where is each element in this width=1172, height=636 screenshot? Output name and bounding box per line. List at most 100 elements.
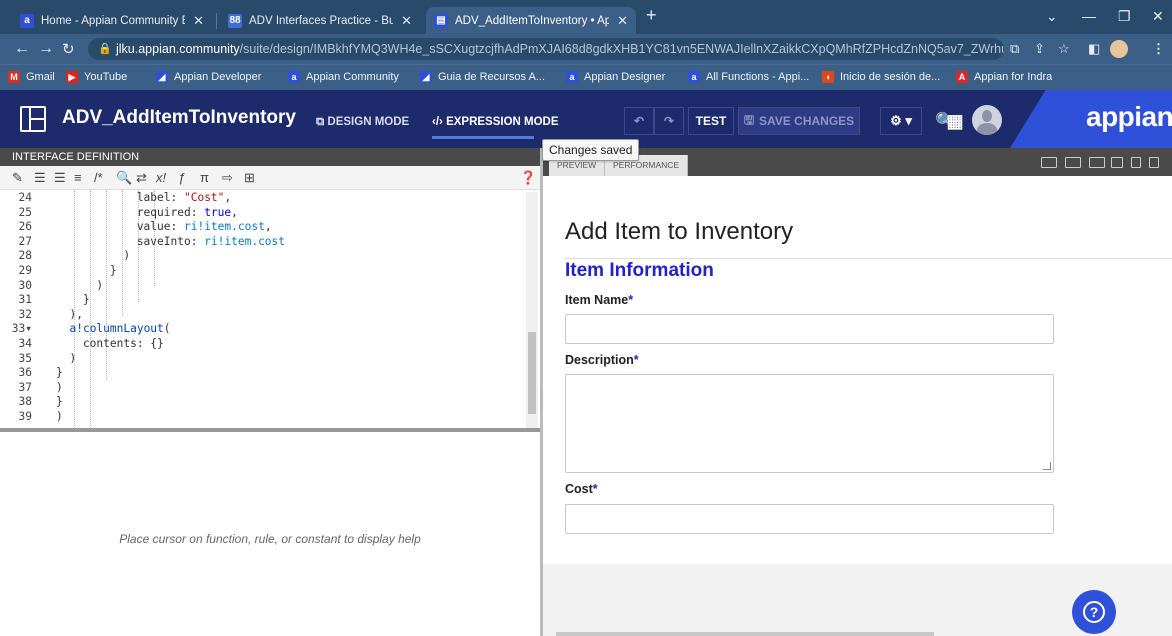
bookmark-guia[interactable]: ◢ Guia de Recursos A... <box>420 71 545 83</box>
bookmarks-bar: M Gmail ▶ YouTube ◢ Appian Developer a Appia… <box>0 64 1172 90</box>
line-number: 27 <box>18 234 32 248</box>
redo-button[interactable]: ↷ <box>654 107 684 135</box>
code-line[interactable]: ) <box>56 249 130 262</box>
code-line[interactable]: contents: {} <box>56 337 164 350</box>
comment-icon[interactable]: /* <box>94 170 103 185</box>
code-line[interactable]: } <box>56 293 90 306</box>
share-icon[interactable]: ⇪ <box>1034 41 1045 57</box>
help-button[interactable]: ? <box>1072 590 1116 634</box>
help-icon[interactable]: ❓ <box>520 170 536 186</box>
code-line[interactable]: ) <box>56 381 63 394</box>
profile-avatar[interactable] <box>1110 40 1128 58</box>
save-changes-button[interactable]: 🖫 SAVE CHANGES <box>738 107 860 135</box>
bookmark-appian-community[interactable]: a Appian Community <box>288 71 399 83</box>
window-close-icon[interactable]: ✕ <box>1152 8 1164 25</box>
code-line[interactable]: } <box>56 366 63 379</box>
code-line[interactable]: ), <box>56 308 82 321</box>
code-line[interactable]: label: "Cost", <box>56 191 231 204</box>
close-tab-icon[interactable]: ✕ <box>401 13 412 29</box>
code-line[interactable]: saveInto: ri!item.cost <box>56 235 285 248</box>
code-line[interactable]: ) <box>56 352 76 365</box>
code-line[interactable]: required: true, <box>56 206 238 219</box>
outdent-icon[interactable]: ☰ <box>54 170 66 186</box>
resize-handle[interactable] <box>1043 462 1051 470</box>
tablet-landscape-icon[interactable] <box>1111 157 1123 168</box>
line-number: 34 <box>18 337 32 350</box>
code-line[interactable]: a!columnLayout( <box>56 322 170 335</box>
expression-mode-tab[interactable]: ‹/› EXPRESSION MODE <box>432 116 559 128</box>
bookmark-appian-designer[interactable]: a Appian Designer <box>566 71 665 83</box>
bookmark-youtube[interactable]: ▶ YouTube <box>66 71 127 83</box>
code-editor[interactable]: 24 label: "Cost", 25 required: true, 26 va… <box>4 190 540 428</box>
interface-preview: Add Item to Inventory Item Information I… <box>543 176 1172 564</box>
tab-title: Home - Appian Community Editi <box>41 14 185 27</box>
list-icon[interactable]: ≡ <box>74 170 82 185</box>
line-number: 29 <box>18 264 32 277</box>
desktop-icon[interactable] <box>1089 157 1105 168</box>
bookmark-appian-developer[interactable]: ◢ Appian Developer <box>156 71 261 83</box>
save-icon: 🖫 <box>743 112 755 127</box>
restore-icon[interactable]: ❐ <box>1118 8 1131 25</box>
fit-width-icon[interactable] <box>1041 157 1057 168</box>
code-line[interactable]: value: ri!item.cost, <box>56 220 272 233</box>
settings-menu-button[interactable]: ⚙ ▾ <box>880 107 922 135</box>
tablet-icon[interactable] <box>1131 157 1141 168</box>
code-line[interactable]: } <box>56 264 117 277</box>
line-number: 31 <box>18 293 32 307</box>
indent-icon[interactable]: ☰ <box>34 170 46 186</box>
back-icon[interactable]: ← <box>14 40 30 58</box>
gmail-icon: M <box>8 71 20 83</box>
url-input[interactable]: 🔒 jlku.appian.community/suite/design/IMB… <box>88 38 1004 60</box>
sidebar-icon[interactable]: ◧ <box>1088 41 1100 57</box>
code-line[interactable]: ) <box>56 410 63 423</box>
desktop-wide-icon[interactable] <box>1065 157 1081 168</box>
test-button[interactable]: TEST <box>688 107 734 135</box>
scrollbar-thumb[interactable] <box>528 332 536 414</box>
description-textarea[interactable] <box>565 374 1054 473</box>
cost-input[interactable] <box>565 504 1054 534</box>
chevron-down-icon[interactable]: ⌄ <box>1046 8 1058 25</box>
phone-icon[interactable] <box>1149 157 1159 168</box>
function-icon[interactable]: ƒ <box>178 170 185 185</box>
interface-object-icon <box>20 106 46 132</box>
browser-tab-active[interactable]: ▤ ADV_AddItemToInventory • Appia ✕ <box>426 7 636 34</box>
appian-icon: a <box>566 71 578 83</box>
close-tab-icon[interactable]: ✕ <box>193 13 204 29</box>
export-icon[interactable]: ⇨ <box>222 170 233 186</box>
variable-icon[interactable]: x! <box>156 170 166 185</box>
code-line[interactable]: } <box>56 395 63 408</box>
constant-icon[interactable]: π <box>200 170 209 185</box>
bookmark-inicio-sesion[interactable]: ◖ Inicio de sesión de... <box>822 71 940 83</box>
format-icon[interactable]: ✎ <box>12 170 23 186</box>
code-icon: ‹/› <box>432 116 447 128</box>
translate-icon[interactable]: ⧉ <box>1010 41 1019 57</box>
item-name-input[interactable] <box>565 314 1054 344</box>
editor-help-splitter[interactable] <box>0 428 540 432</box>
editor-scrollbar[interactable] <box>526 192 538 428</box>
user-avatar[interactable] <box>972 105 1002 135</box>
reload-icon[interactable]: ↻ <box>62 40 75 58</box>
bookmark-star-icon[interactable]: ☆ <box>1058 41 1070 57</box>
undo-button[interactable]: ↶ <box>624 107 654 135</box>
forward-icon[interactable]: → <box>38 40 54 58</box>
design-mode-tab[interactable]: ⧉ DESIGN MODE <box>316 116 409 129</box>
bookmark-gmail[interactable]: M Gmail <box>8 71 55 83</box>
description-label: Description* <box>565 353 639 367</box>
bookmark-appian-indra[interactable]: A Appian for Indra <box>956 71 1052 83</box>
title-divider <box>565 258 1172 259</box>
replace-icon[interactable]: ⇄ <box>136 170 147 186</box>
menu-icon[interactable]: ⋮ <box>1152 41 1165 57</box>
search-icon[interactable]: 🔍 <box>116 170 132 186</box>
code-line[interactable]: ) <box>56 279 103 292</box>
rule-icon[interactable]: ⊞ <box>244 170 255 186</box>
close-tab-icon[interactable]: ✕ <box>617 13 628 29</box>
browser-tab-home[interactable]: a Home - Appian Community Editi ✕ <box>12 7 212 34</box>
bookmark-all-functions[interactable]: a All Functions - Appi... <box>688 71 809 83</box>
new-tab-button[interactable]: + <box>646 5 657 26</box>
minimize-icon[interactable]: — <box>1082 8 1096 24</box>
browser-tab-practice[interactable]: 88 ADV Interfaces Practice - Build ✕ <box>220 7 420 34</box>
grid-favicon-icon: 88 <box>228 13 242 28</box>
preview-horizontal-scrollbar[interactable] <box>556 632 934 636</box>
editor-toolbar: ✎ ☰ ☰ ≡ /* 🔍 ⇄ x! ƒ π ⇨ ⊞ ❓ <box>0 166 540 190</box>
navigation-menu-icon[interactable]: ▦ <box>940 107 970 135</box>
